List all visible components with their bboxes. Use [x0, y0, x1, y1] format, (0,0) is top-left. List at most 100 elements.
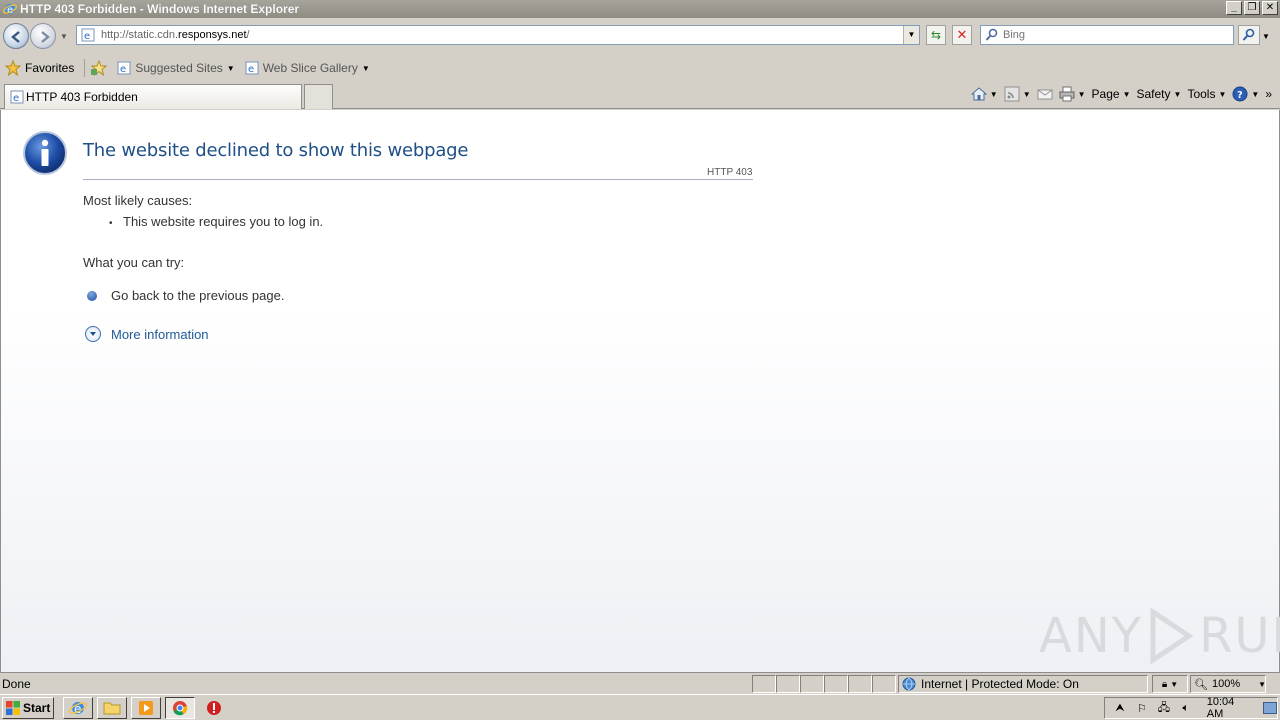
- more-commands-button[interactable]: »: [1265, 87, 1272, 101]
- page-menu[interactable]: Page ▼: [1092, 87, 1131, 101]
- suggested-sites-label: Suggested Sites: [135, 61, 223, 75]
- chevron-down-icon: ▼: [1251, 89, 1260, 99]
- status-cell: [872, 675, 896, 693]
- taskbar-explorer-button[interactable]: [97, 697, 127, 719]
- address-dropdown[interactable]: ▼: [903, 26, 919, 44]
- search-input[interactable]: [1003, 29, 1223, 41]
- status-cell: [824, 675, 848, 693]
- action-center-flag-icon[interactable]: ⚐: [1135, 701, 1149, 715]
- tools-menu[interactable]: Tools ▼: [1187, 87, 1226, 101]
- forward-button[interactable]: [30, 23, 56, 49]
- favorites-button[interactable]: Favorites: [25, 61, 74, 75]
- show-desktop-button[interactable]: [1263, 702, 1277, 714]
- refresh-button[interactable]: ⇆: [926, 25, 946, 45]
- address-bar[interactable]: e http://static.cdn.responsys.net/ ▼: [76, 25, 920, 45]
- divider: [83, 179, 753, 180]
- svg-text:e: e: [248, 64, 254, 75]
- ie-page-icon: e: [10, 90, 24, 104]
- taskbar-media-player-button[interactable]: [131, 697, 161, 719]
- security-zone[interactable]: Internet | Protected Mode: On: [898, 675, 1148, 693]
- search-options-dropdown[interactable]: ▼: [1262, 32, 1270, 41]
- start-button[interactable]: Start: [2, 697, 54, 719]
- status-cell: [848, 675, 872, 693]
- stop-sign-icon: [207, 701, 221, 715]
- url-domain: responsys.net: [178, 29, 247, 41]
- back-button[interactable]: [3, 23, 29, 49]
- zoom-icon: 🔍︎: [1194, 678, 1208, 691]
- suggested-sites-item[interactable]: e Suggested Sites ▼: [117, 61, 235, 75]
- title-bar: e HTTP 403 Forbidden - Windows Internet …: [0, 0, 1280, 18]
- read-mail-button[interactable]: [1037, 86, 1053, 102]
- globe-icon: [902, 677, 916, 691]
- more-information-label: More information: [111, 326, 209, 342]
- web-slice-gallery-item[interactable]: e Web Slice Gallery ▼: [245, 61, 370, 75]
- security-zone-label: Internet | Protected Mode: On: [921, 677, 1079, 691]
- stop-button[interactable]: ✕: [952, 25, 972, 45]
- command-bar: ▼ ▼ ▼ Page ▼ Safety ▼ Tools ▼ ? ▼ »: [970, 86, 1272, 102]
- zoom-control[interactable]: 🔍︎ 100% ▼: [1190, 675, 1266, 693]
- chevron-down-icon: ▼: [226, 63, 235, 73]
- taskbar-ie-button[interactable]: e: [63, 697, 93, 719]
- ie-icon: e: [3, 4, 17, 16]
- expand-icon: [85, 326, 101, 342]
- search-button[interactable]: [1238, 25, 1260, 45]
- chevron-down-icon: ▼: [1173, 89, 1182, 99]
- recent-pages-dropdown[interactable]: ▼: [60, 32, 68, 41]
- go-back-item[interactable]: Go back to the previous page.: [87, 288, 284, 303]
- new-tab-button[interactable]: [304, 84, 333, 109]
- printer-icon: [1059, 86, 1075, 102]
- favorites-bar: Favorites e Suggested Sites ▼ e Web Slic…: [0, 54, 1280, 82]
- arrow-left-icon: [11, 31, 20, 43]
- safety-menu-label: Safety: [1136, 87, 1171, 101]
- tab-row: e HTTP 403 Forbidden ▼ ▼ ▼ Page ▼ Safety ▼…: [0, 82, 1280, 109]
- favorites-star-icon[interactable]: [5, 60, 21, 76]
- mail-icon: [1037, 89, 1053, 100]
- volume-icon[interactable]: 🔈︎: [1179, 701, 1193, 715]
- address-row: ▼ e http://static.cdn.responsys.net/ ▼ ⇆…: [0, 18, 1280, 54]
- tab-http-403[interactable]: e HTTP 403 Forbidden: [4, 84, 302, 109]
- taskbar-stop-app-button[interactable]: [199, 697, 229, 719]
- divider: [84, 59, 86, 77]
- close-button[interactable]: ✕: [1262, 1, 1278, 15]
- svg-text:e: e: [120, 64, 126, 75]
- page-menu-label: Page: [1091, 87, 1120, 101]
- popup-blocker-button[interactable]: 🔒︎ ▼: [1152, 675, 1188, 693]
- show-hidden-icons-button[interactable]: ⮝: [1113, 701, 1127, 715]
- url-text[interactable]: http://static.cdn.responsys.net/: [101, 29, 250, 41]
- chrome-icon: [173, 701, 188, 716]
- svg-text:e: e: [13, 93, 19, 104]
- info-icon: [23, 131, 67, 175]
- url-prefix: http://static.cdn.: [101, 29, 179, 41]
- refresh-icon: ⇆: [930, 28, 942, 42]
- page-title: The website declined to show this webpag…: [83, 140, 469, 161]
- more-information-toggle[interactable]: More information: [85, 326, 209, 342]
- ie-icon: e: [69, 702, 87, 716]
- windows-logo-icon: [6, 701, 20, 715]
- home-button[interactable]: ▼: [970, 86, 998, 102]
- safety-menu[interactable]: Safety ▼: [1137, 87, 1182, 101]
- maximize-button[interactable]: ❐: [1244, 1, 1260, 15]
- help-button[interactable]: ? ▼: [1232, 86, 1259, 102]
- ie-page-icon: e: [117, 61, 131, 75]
- minimize-button[interactable]: _: [1226, 1, 1242, 15]
- status-cells: [752, 675, 896, 693]
- search-box[interactable]: [980, 25, 1234, 45]
- lock-icon: 🔒︎: [1161, 678, 1168, 690]
- url-suffix: /: [246, 29, 250, 41]
- media-player-icon: [139, 701, 153, 715]
- feeds-button[interactable]: ▼: [1004, 86, 1031, 102]
- folder-icon: [103, 702, 121, 715]
- watermark-left-text: ANY: [1039, 608, 1144, 664]
- clock[interactable]: 10:04 AM: [1207, 696, 1253, 720]
- taskbar-chrome-button[interactable]: [165, 697, 195, 719]
- print-button[interactable]: ▼: [1059, 86, 1086, 102]
- zoom-level: 100%: [1211, 678, 1241, 690]
- network-icon[interactable]: 🖧︎: [1157, 701, 1171, 715]
- go-back-link[interactable]: Go back to the previous page.: [111, 288, 284, 303]
- add-to-favorites-bar-icon[interactable]: [91, 60, 108, 76]
- window-title: HTTP 403 Forbidden - Windows Internet Ex…: [20, 2, 300, 16]
- watermark-right-text: RUN: [1199, 608, 1280, 664]
- chevron-down-icon: ▼: [1258, 679, 1267, 689]
- stop-icon: ✕: [956, 27, 968, 42]
- status-cell: [800, 675, 824, 693]
